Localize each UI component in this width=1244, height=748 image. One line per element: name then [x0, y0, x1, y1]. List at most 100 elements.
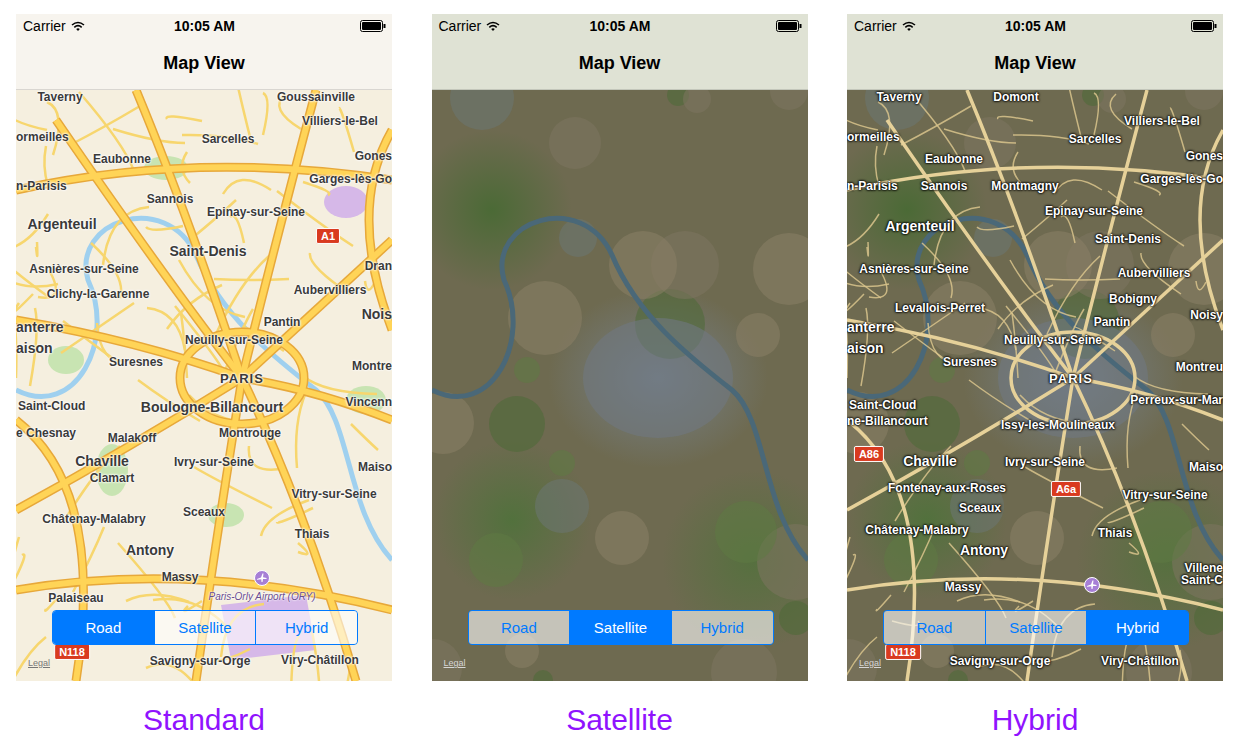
nav-title: Map View — [579, 53, 661, 74]
map-label: Malakoff — [108, 432, 157, 444]
status-bar: Carrier 10:05 AM — [432, 14, 808, 38]
map-type-segment[interactable]: Hybrid — [671, 611, 773, 644]
map-label: ne-Billancourt — [847, 415, 928, 427]
map-label: Massy — [945, 581, 982, 593]
map-label: Villiers-le-Bel — [302, 115, 378, 127]
carrier: Carrier — [439, 18, 482, 34]
map-label: Saint-C — [1181, 574, 1223, 586]
map-label: Perreux-sur-Mar — [1130, 394, 1223, 406]
map[interactable]: TavernyGoussainvilleVilliers-le-Belormei… — [16, 90, 392, 681]
map-label: Epinay-sur-Seine — [1045, 205, 1143, 217]
carrier: Carrier — [854, 18, 897, 34]
map-label: Pantin — [1094, 316, 1131, 328]
wifi-icon — [71, 21, 85, 32]
map-label: Saint-Denis — [1095, 233, 1161, 245]
map-label: PARIS — [1049, 372, 1093, 385]
map-type-segment[interactable]: Hybrid — [1086, 611, 1188, 644]
map-label: Saint-Denis — [169, 244, 246, 258]
map-type-segment[interactable]: Satellite — [985, 611, 1087, 644]
map-label: Bobigny — [1109, 293, 1157, 305]
carrier: Carrier — [23, 18, 66, 34]
map-label: Viry-Châtillon — [281, 654, 359, 666]
map[interactable]: RoadSatelliteHybrid Legal — [432, 90, 808, 681]
nav-title: Map View — [163, 53, 245, 74]
road-badge: N118 — [54, 644, 90, 660]
status-time: 10:05 AM — [174, 18, 235, 34]
map-label: Châtenay-Malabry — [865, 524, 968, 536]
map-label: Savigny-sur-Orge — [950, 655, 1051, 667]
road-badge: A1 — [316, 228, 340, 244]
map-label: n-Parisis — [847, 180, 898, 192]
map-type-segment[interactable]: Satellite — [569, 611, 671, 644]
map-label: n-Parisis — [16, 180, 67, 192]
map[interactable]: TavernyDomontVilliers-le-BelormeillesSar… — [847, 90, 1223, 681]
map-label: anterre — [847, 320, 894, 334]
map-label: Vitry-sur-Seine — [1122, 489, 1207, 501]
battery-icon — [1191, 20, 1217, 32]
map-label: Aubervilliers — [1118, 267, 1191, 279]
map-label: Montreu — [1176, 361, 1223, 373]
map-label: Gones — [355, 150, 392, 162]
phone-column: Carrier10:05 AMMap ViewTavernyGoussainvi… — [16, 14, 392, 748]
status-bar: Carrier 10:05 AM — [847, 14, 1223, 38]
map-label: Aubervilliers — [294, 284, 367, 296]
map-label: Gones — [1186, 150, 1223, 162]
map-label: Ivry-sur-Seine — [1005, 456, 1085, 468]
map-label: Suresnes — [109, 356, 163, 368]
map-type-segment[interactable]: Road — [53, 611, 154, 644]
map-label: Dran — [365, 260, 392, 272]
map-label: Antony — [960, 543, 1008, 557]
map-label: Antony — [126, 543, 174, 557]
map-label: Villene — [1185, 562, 1223, 574]
nav-bar: Map View — [432, 38, 808, 90]
map-label: Asnières-sur-Seine — [29, 263, 138, 275]
legal-link[interactable]: Legal — [28, 658, 50, 668]
map-label: Levallois-Perret — [895, 302, 985, 314]
airplane-icon[interactable] — [1084, 577, 1100, 593]
map-label: Sarcelles — [1069, 133, 1122, 145]
airport-label: Paris-Orly Airport (ORY) — [208, 591, 315, 602]
map-label: Thiais — [1098, 527, 1133, 539]
legal-link[interactable]: Legal — [859, 658, 881, 668]
map-label: Goussainville — [277, 91, 355, 103]
map-label: Montrouge — [219, 427, 281, 439]
map-type-segment[interactable]: Satellite — [154, 611, 256, 644]
map-type-control: RoadSatelliteHybrid — [52, 610, 358, 645]
map-label: aison — [847, 341, 884, 355]
map-label: Sceaux — [959, 502, 1001, 514]
phone-column: Carrier10:05 AMMap ViewTavernyDomontVill… — [847, 14, 1223, 748]
map-type-control: RoadSatelliteHybrid — [468, 610, 774, 645]
road-badge: N118 — [885, 644, 921, 660]
map-label: Sceaux — [183, 506, 225, 518]
map-label: e Chesnay — [16, 427, 76, 439]
battery-icon — [776, 20, 802, 32]
map-type-segment[interactable]: Road — [469, 611, 570, 644]
map-type-segment[interactable]: Hybrid — [255, 611, 357, 644]
map-label: Villiers-le-Bel — [1124, 115, 1200, 127]
status-time: 10:05 AM — [1005, 18, 1066, 34]
status-time: 10:05 AM — [590, 18, 651, 34]
map-label: Chaville — [903, 454, 957, 468]
map-label: Montmagny — [991, 180, 1058, 192]
map-label: Nois — [362, 307, 392, 321]
phone-screen: Carrier10:05 AMMap ViewTavernyDomontVill… — [847, 14, 1223, 681]
map-label: Noisy — [1190, 309, 1223, 321]
map-label: Suresnes — [943, 356, 997, 368]
map-label: Epinay-sur-Seine — [207, 206, 305, 218]
map-label: PARIS — [220, 372, 264, 385]
map-label: Neuilly-sur-Seine — [1004, 334, 1102, 346]
map-label: Montre — [352, 360, 392, 372]
phone-column: Carrier 10:05 AM Map View RoadSatelliteHybr… — [432, 14, 808, 748]
map-label: Palaiseau — [48, 592, 103, 604]
map-label: Chaville — [75, 454, 129, 468]
map-label: aison — [16, 341, 53, 355]
map-label: Ivry-sur-Seine — [174, 456, 254, 468]
airplane-icon[interactable] — [254, 570, 270, 586]
legal-link[interactable]: Legal — [444, 658, 466, 668]
map-label: anterre — [16, 320, 63, 334]
map-type-segment[interactable]: Road — [884, 611, 985, 644]
map-label: Sarcelles — [202, 133, 255, 145]
status-bar: Carrier 10:05 AM — [16, 14, 392, 38]
map-label: Eaubonne — [925, 153, 983, 165]
map-label: Châtenay-Malabry — [42, 513, 145, 525]
